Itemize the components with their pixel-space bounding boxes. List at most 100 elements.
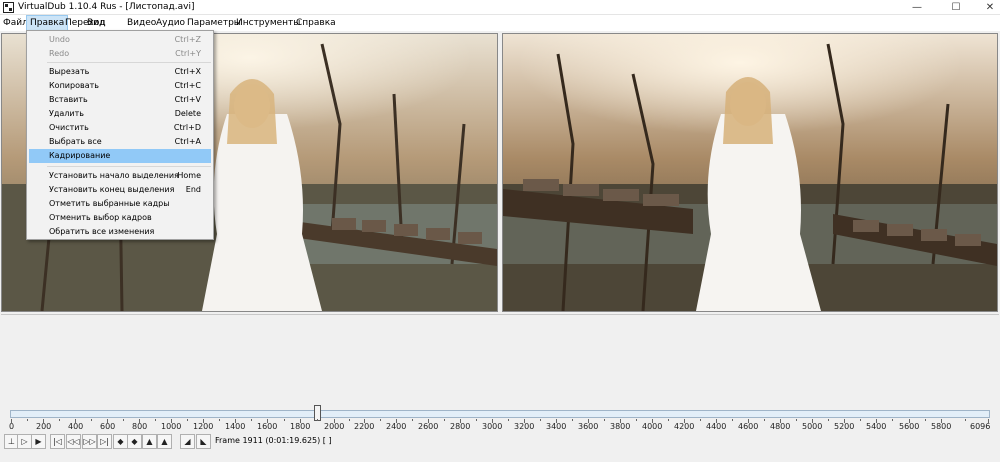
timeline-tick-label: 800 [132, 422, 148, 431]
timeline-minor-tick [540, 419, 541, 421]
close-icon: ✕ [985, 2, 995, 13]
edit-menu-item[interactable]: Очистить Ctrl+D [29, 121, 211, 135]
mark-out-button[interactable]: ◣ [196, 434, 211, 449]
edit-menu-item[interactable]: Выбрать все Ctrl+A [29, 135, 211, 149]
play-input-button[interactable]: ▷ [17, 434, 32, 449]
timeline-minor-tick [508, 419, 509, 421]
go-start-icon: |◁ [53, 437, 62, 446]
play-output-button[interactable]: ▶ [31, 434, 46, 449]
edit-menu-item[interactable]: Копировать Ctrl+C [29, 79, 211, 93]
edit-menu-item-label: Обратить все изменения [49, 227, 155, 236]
timeline-minor-tick [155, 419, 156, 421]
edit-menu-item[interactable]: Обратить все изменения [29, 225, 211, 239]
timeline-tick-label: 1400 [225, 422, 246, 431]
edit-menu-item-label: Удалить [49, 109, 84, 118]
frame-position-readout: Frame 1911 (0:01:19.625) [ ] [215, 436, 332, 445]
title-bar: VirtualDub 1.10.4 Rus - [Листопад.avi] —… [0, 0, 1000, 15]
window-title: VirtualDub 1.10.4 Rus - [Листопад.avi] [18, 2, 195, 12]
maximize-button[interactable]: ☐ [941, 0, 971, 15]
timeline-tick-label: 4200 [674, 422, 695, 431]
timeline-tick-label: 5000 [802, 422, 823, 431]
edit-menu-item-label: Undo [49, 35, 70, 44]
next-keyframe-icon: ◆ [131, 437, 138, 446]
menu-view[interactable]: Вид [84, 15, 108, 31]
edit-menu-item-shortcut: Ctrl+V [174, 95, 201, 104]
output-video-pane[interactable] [502, 33, 998, 312]
edit-menu-item-shortcut: Ctrl+C [174, 81, 201, 90]
timeline-tick-label: 5200 [834, 422, 855, 431]
edit-menu-item-shortcut: Ctrl+Y [175, 49, 201, 58]
edit-menu-item[interactable]: Вставить Ctrl+V [29, 93, 211, 107]
timeline-tick-label: 1200 [193, 422, 214, 431]
menu-separator [47, 62, 211, 63]
edit-menu-item[interactable]: Кадрирование [29, 149, 211, 163]
timeline-tick-label: 400 [68, 422, 84, 431]
edit-menu-item[interactable]: Удалить Delete [29, 107, 211, 121]
timeline-tick-label: 4600 [738, 422, 759, 431]
timeline-minor-tick [59, 419, 60, 421]
next-keyframe-button[interactable]: ◆ [127, 434, 142, 449]
timeline-tick-label: 5400 [866, 422, 887, 431]
edit-menu-item-shortcut: Delete [174, 109, 201, 118]
menu-help[interactable]: Справка [293, 15, 339, 31]
edit-menu-item[interactable]: Отметить выбранные кадры [29, 197, 211, 211]
edit-menu-item[interactable]: Установить конец выделения End [29, 183, 211, 197]
edit-menu-item[interactable]: Вырезать Ctrl+X [29, 65, 211, 79]
timeline-minor-tick [317, 419, 318, 421]
edit-menu-item-shortcut: Home [177, 171, 201, 180]
edit-menu-dropdown: Undo Ctrl+Z Redo Ctrl+Y Вырезать Ctrl+X Копиро… [26, 30, 214, 240]
go-start-button[interactable]: |◁ [50, 434, 65, 449]
timeline-tick-label: 3600 [578, 422, 599, 431]
scene-back-icon: ▲ [146, 437, 153, 446]
timeline-tick-label: 2600 [418, 422, 439, 431]
timeline-tick-label: 3400 [546, 422, 567, 431]
minimize-icon: — [912, 2, 922, 13]
edit-menu-item[interactable]: Отменить выбор кадров [29, 211, 211, 225]
timeline-minor-tick [123, 419, 124, 421]
timeline-minor-tick [796, 419, 797, 421]
scene-forward-button[interactable]: ▲ [157, 434, 172, 449]
timeline-tick-label: 1600 [257, 422, 278, 431]
maximize-icon: ☐ [951, 2, 961, 13]
timeline-minor-tick [476, 419, 477, 421]
edit-menu-item-label: Отметить выбранные кадры [49, 199, 170, 208]
mark-in-icon: ◢ [184, 437, 191, 446]
edit-menu-item-label: Копировать [49, 81, 99, 90]
stop-icon: ⊥ [8, 437, 15, 446]
timeline-tick-label: 6096 [970, 422, 991, 431]
edit-menu-item: Undo Ctrl+Z [29, 33, 211, 47]
go-end-button[interactable]: ▷| [97, 434, 112, 449]
mark-in-button[interactable]: ◢ [180, 434, 195, 449]
timeline-minor-tick [251, 419, 252, 421]
timeline-minor-tick [668, 419, 669, 421]
edit-menu-item-label: Вставить [49, 95, 88, 104]
timeline-tick-label: 3800 [610, 422, 631, 431]
timeline-tick-label: 2200 [354, 422, 375, 431]
edit-menu-item-label: Выбрать все [49, 137, 102, 146]
scene-back-button[interactable]: ▲ [142, 434, 157, 449]
timeline-minor-tick [27, 419, 28, 421]
timeline-track[interactable] [10, 410, 990, 418]
edit-menu-item-label: Вырезать [49, 67, 90, 76]
prev-keyframe-icon: ◆ [117, 437, 124, 446]
close-button[interactable]: ✕ [975, 0, 1000, 15]
edit-menu-item-shortcut: Ctrl+D [173, 123, 201, 132]
edit-menu-item[interactable]: Установить начало выделения Home [29, 169, 211, 183]
timeline-tick-label: 2000 [324, 422, 345, 431]
edit-menu-item-label: Кадрирование [49, 151, 111, 160]
output-video-frame [503, 34, 997, 311]
prev-frame-button[interactable]: ◁◁ [66, 434, 81, 449]
prev-keyframe-button[interactable]: ◆ [113, 434, 128, 449]
timeline-minor-tick [925, 419, 926, 421]
minimize-button[interactable]: — [902, 0, 932, 15]
timeline-minor-tick [380, 419, 381, 421]
timeline-tick-label: 2400 [386, 422, 407, 431]
menu-bar: Файл Правка Переход Вид Видео Аудио Пара… [0, 15, 1000, 31]
timeline-minor-tick [444, 419, 445, 421]
menu-audio[interactable]: Аудио [153, 15, 188, 31]
prev-frame-icon: ◁◁ [67, 437, 80, 446]
edit-menu-item-label: Установить начало выделения [49, 171, 179, 180]
timeline-minor-tick [91, 419, 92, 421]
next-frame-button[interactable]: ▷▷ [82, 434, 97, 449]
play-input-icon: ▷ [21, 437, 28, 446]
